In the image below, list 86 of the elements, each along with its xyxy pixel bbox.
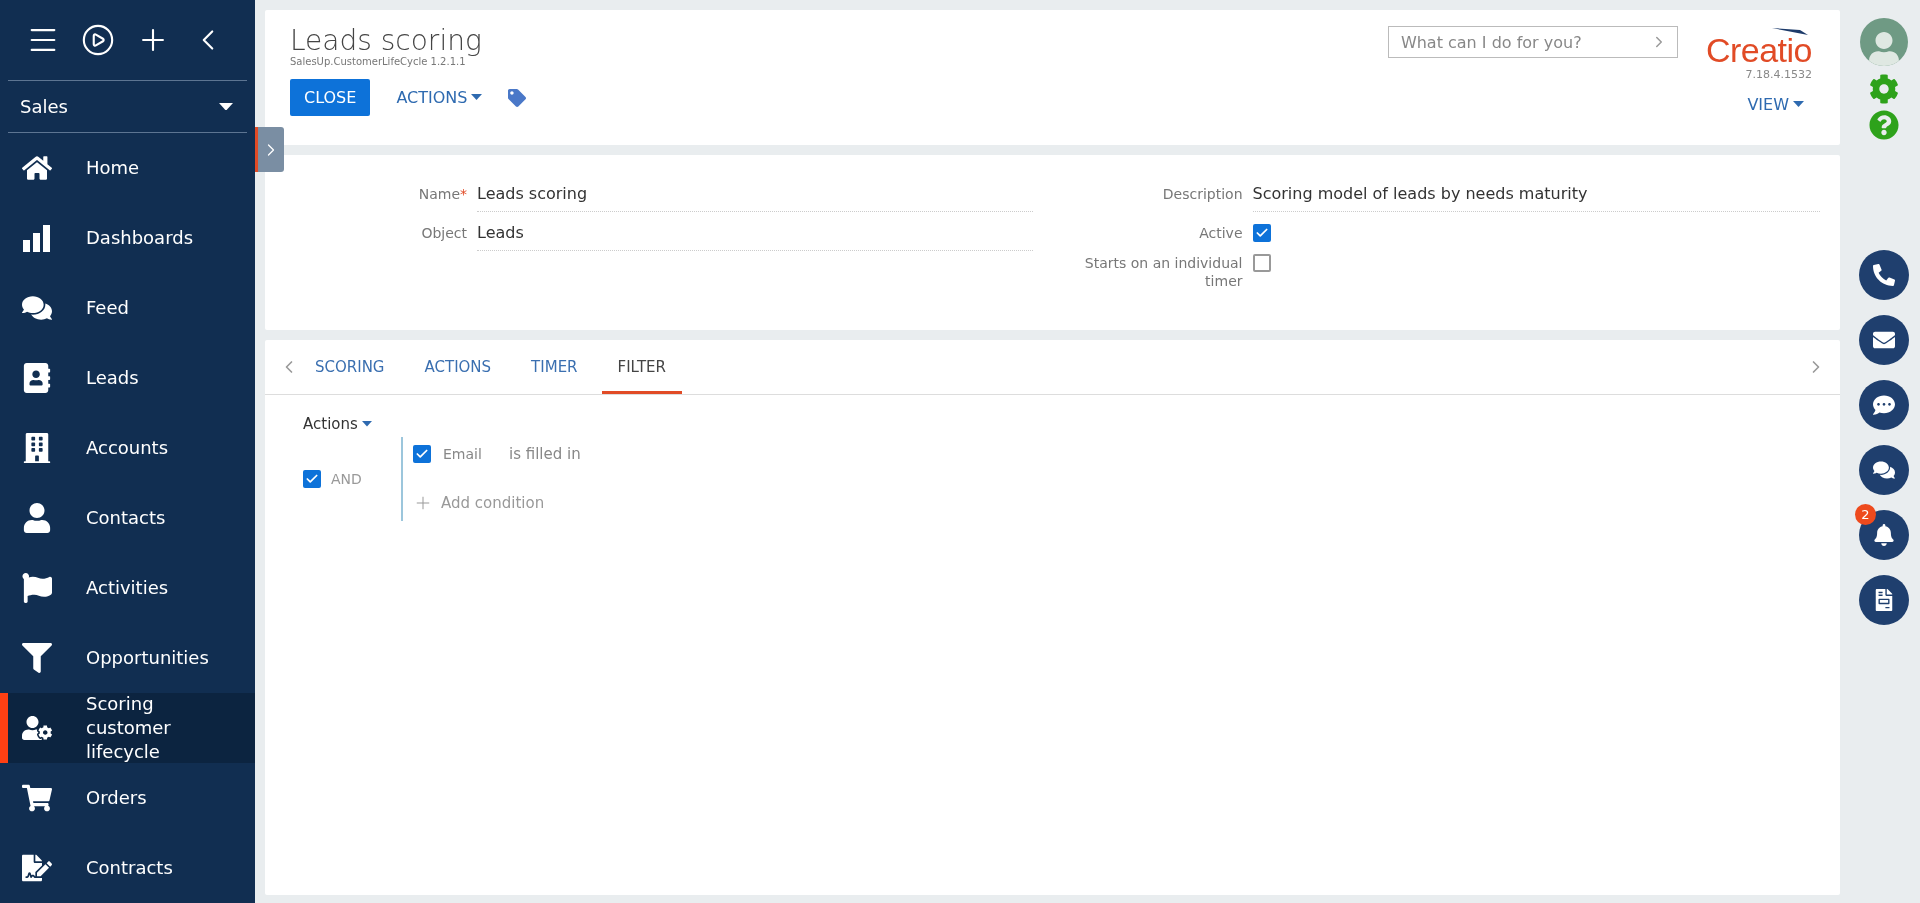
caret-icon: [219, 102, 233, 111]
tab[interactable]: TIMER: [515, 340, 594, 394]
building-icon: [22, 433, 52, 463]
condition-operator[interactable]: is filled in: [509, 445, 581, 463]
tag-icon[interactable]: [508, 88, 527, 107]
check-icon: [305, 472, 319, 486]
sidebar-item-label: Scoring customer lifecycle: [86, 692, 172, 764]
avatar[interactable]: [1860, 18, 1908, 66]
logo: Creatio: [1705, 32, 1812, 68]
field-value[interactable]: Leads scoring: [477, 179, 1033, 212]
sidebar-item[interactable]: Scoring customer lifecycle: [0, 693, 255, 763]
chat-bubbles-icon: [1873, 459, 1895, 481]
checkbox[interactable]: [303, 470, 321, 488]
caret-icon: [1793, 101, 1804, 108]
sidebar-item-label: Contacts: [86, 506, 167, 530]
chat-dots-icon: [1873, 394, 1895, 416]
phone-button[interactable]: [1859, 250, 1909, 300]
workplace-select[interactable]: Sales: [8, 81, 247, 133]
envelope-button[interactable]: [1859, 315, 1909, 365]
field-value[interactable]: Leads: [477, 218, 1033, 251]
sidebar-item-label: Activities: [86, 576, 170, 600]
field-label: Object: [420, 224, 467, 242]
person-silhouette-icon: [1867, 32, 1901, 66]
sidebar-item[interactable]: Opportunities: [0, 623, 255, 693]
view-button[interactable]: VIEW: [1747, 95, 1804, 114]
sidebar-item-label: Orders: [86, 786, 148, 810]
sidebar-item[interactable]: Orders: [0, 763, 255, 833]
chat-dots-button[interactable]: [1859, 380, 1909, 430]
document-pen-icon: [22, 853, 52, 883]
funnel-icon: [22, 643, 52, 673]
sidebar-item-label: Dashboards: [86, 226, 195, 250]
sidebar-item-label: Leads: [86, 366, 140, 390]
checkbox[interactable]: [1252, 254, 1271, 272]
field-value[interactable]: Scoring model of leads by needs maturity: [1252, 179, 1820, 212]
sidebar-item[interactable]: Activities: [0, 553, 255, 623]
sidebar-item[interactable]: Feed: [0, 273, 255, 343]
home-icon: [22, 153, 52, 183]
sidebar-item-label: Accounts: [86, 436, 170, 460]
person-icon: [22, 503, 52, 533]
sidebar-item-label: Feed: [86, 296, 130, 320]
field-label: Starts on an individual timer: [1083, 254, 1243, 290]
phone-icon: [1873, 264, 1895, 286]
field-label: Description: [1161, 185, 1243, 203]
tab[interactable]: FILTER: [601, 340, 682, 394]
sidebar-item-label: Contracts: [86, 856, 174, 880]
sidebar-item[interactable]: Contacts: [0, 483, 255, 553]
caret-icon: [361, 421, 372, 427]
package-version: SalesUp.CustomerLifeCycle 1.2.1.1: [290, 56, 466, 67]
page-title: Leads scoring: [290, 26, 483, 56]
checkbox[interactable]: [413, 445, 431, 463]
sidebar-item[interactable]: Home: [0, 133, 255, 203]
bell-button[interactable]: [1859, 510, 1909, 560]
tab[interactable]: SCORING: [299, 340, 401, 394]
sidebar-item-label: Opportunities: [86, 646, 210, 670]
sidebar-item[interactable]: Accounts: [0, 413, 255, 483]
caret-icon: [471, 94, 483, 101]
actions-menu[interactable]: Actions: [303, 415, 372, 433]
sidebar-item[interactable]: Leads: [0, 343, 255, 413]
actions-button[interactable]: ACTIONS: [396, 88, 483, 107]
field-label: Name*: [417, 185, 467, 203]
check-icon: [415, 447, 429, 461]
person-gear-icon: [22, 713, 52, 743]
field-label: Active: [1198, 224, 1243, 242]
search-field[interactable]: What can I do for you?: [1387, 26, 1678, 58]
check-icon: [1254, 226, 1269, 240]
flag-icon: [22, 573, 52, 603]
chat-bubbles-button[interactable]: [1859, 445, 1909, 495]
tab[interactable]: ACTIONS: [408, 340, 508, 394]
cart-icon: [22, 783, 52, 813]
version: 7.18.4.1532: [1745, 68, 1812, 81]
condition-column[interactable]: Email: [443, 446, 497, 462]
document-icon: [1873, 589, 1895, 611]
document-button[interactable]: [1859, 575, 1909, 625]
settings-icon[interactable]: [1869, 74, 1899, 104]
bar-chart-icon: [22, 224, 52, 252]
play-icon[interactable]: [81, 23, 115, 57]
notification-badge: 2: [1855, 504, 1876, 525]
envelope-icon: [1873, 329, 1895, 351]
sidebar-item-label: Home: [86, 156, 141, 180]
sidebar-item[interactable]: Contracts: [0, 833, 255, 903]
bell-icon: [1873, 524, 1895, 546]
checkbox[interactable]: [1252, 224, 1271, 242]
close-button[interactable]: CLOSE: [290, 79, 371, 116]
chat-bubbles-icon: [22, 293, 52, 323]
help-icon[interactable]: [1869, 110, 1899, 140]
sidebar-item[interactable]: Dashboards: [0, 203, 255, 273]
